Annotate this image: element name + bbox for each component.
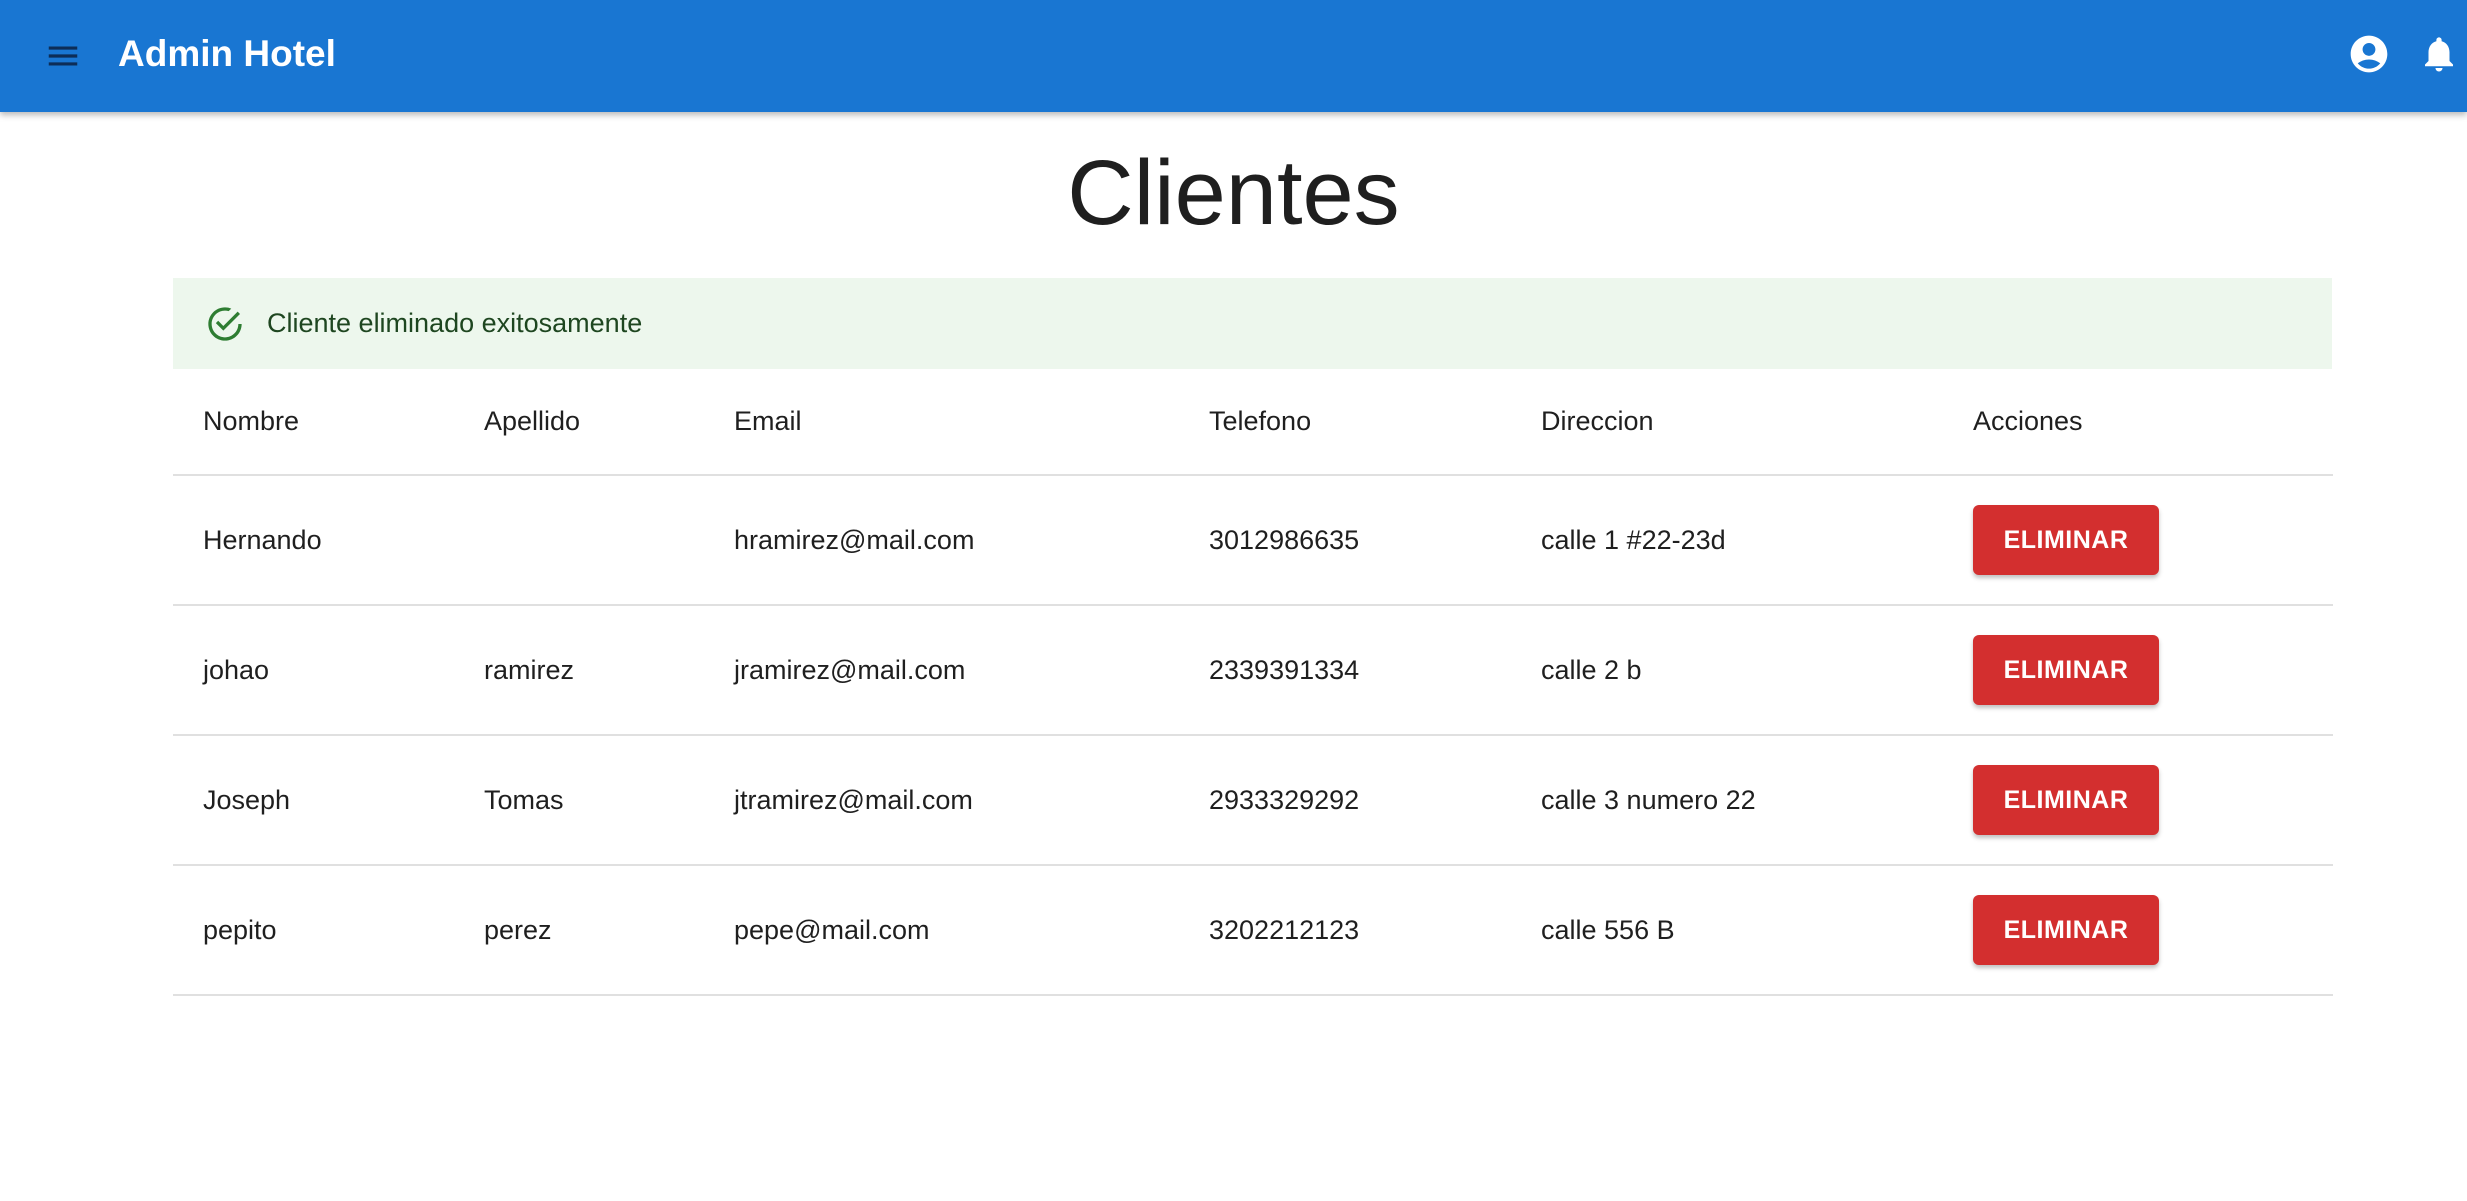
- cell-direccion: calle 3 numero 22: [1541, 784, 1756, 815]
- header-direccion: Direccion: [1541, 406, 1654, 436]
- notifications-button[interactable]: [2418, 30, 2466, 78]
- delete-button[interactable]: ELIMINAR: [1973, 505, 2159, 575]
- check-circle-outline-icon: [203, 302, 247, 346]
- cell-acciones: ELIMINAR: [1973, 866, 2159, 994]
- success-alert: Cliente eliminado exitosamente: [173, 278, 2332, 369]
- cell-apellido: ramirez: [484, 654, 575, 685]
- alert-message: Cliente eliminado exitosamente: [267, 308, 643, 338]
- cell-direccion: calle 2 b: [1541, 654, 1642, 685]
- cell-email: jtramirez@mail.com: [734, 784, 973, 815]
- table-row: johao ramirez jramirez@mail.com 23393913…: [173, 606, 2333, 736]
- header-nombre: Nombre: [203, 406, 300, 436]
- cell-apellido: Tomas: [484, 784, 564, 815]
- hamburger-menu-icon: [48, 46, 78, 66]
- table-row: Joseph Tomas jtramirez@mail.com 29333292…: [173, 736, 2333, 866]
- table-header-row: Nombre Apellido Email Telefono Direccion…: [173, 369, 2333, 476]
- header-acciones: Acciones: [1973, 406, 2083, 436]
- header-telefono: Telefono: [1209, 406, 1312, 436]
- cell-nombre: Joseph: [203, 784, 291, 815]
- cell-nombre: johao: [203, 654, 270, 685]
- cell-email: hramirez@mail.com: [734, 524, 975, 555]
- table-row: Hernando hramirez@mail.com 3012986635 ca…: [173, 476, 2333, 606]
- cell-email: pepe@mail.com: [734, 914, 930, 945]
- cell-telefono: 2339391334: [1209, 654, 1360, 685]
- cell-acciones: ELIMINAR: [1973, 606, 2159, 734]
- cell-acciones: ELIMINAR: [1973, 476, 2159, 604]
- cell-telefono: 3012986635: [1209, 524, 1360, 555]
- cell-nombre: pepito: [203, 914, 277, 945]
- delete-button[interactable]: ELIMINAR: [1973, 635, 2159, 705]
- header-apellido: Apellido: [484, 406, 581, 436]
- cell-direccion: calle 1 #22-23d: [1541, 524, 1726, 555]
- account-button[interactable]: [2345, 30, 2393, 78]
- cell-acciones: ELIMINAR: [1973, 736, 2159, 864]
- cell-direccion: calle 556 B: [1541, 914, 1675, 945]
- cell-telefono: 2933329292: [1209, 784, 1360, 815]
- account-circle-icon: [2350, 35, 2388, 73]
- cell-nombre: Hernando: [203, 524, 322, 555]
- delete-button[interactable]: ELIMINAR: [1973, 765, 2159, 835]
- cell-telefono: 3202212123: [1209, 914, 1360, 945]
- header-email: Email: [734, 406, 802, 436]
- app-bar: Admin Hotel: [0, 0, 2467, 112]
- menu-button[interactable]: [40, 33, 86, 79]
- clients-table: Nombre Apellido Email Telefono Direccion…: [173, 369, 2333, 996]
- delete-button[interactable]: ELIMINAR: [1973, 895, 2159, 965]
- cell-apellido: perez: [484, 914, 552, 945]
- table-row: pepito perez pepe@mail.com 3202212123 ca…: [173, 866, 2333, 996]
- bell-icon: [2425, 37, 2453, 72]
- app-title: Admin Hotel: [118, 33, 336, 74]
- cell-email: jramirez@mail.com: [734, 654, 966, 685]
- page-title: Clientes: [1067, 142, 1400, 244]
